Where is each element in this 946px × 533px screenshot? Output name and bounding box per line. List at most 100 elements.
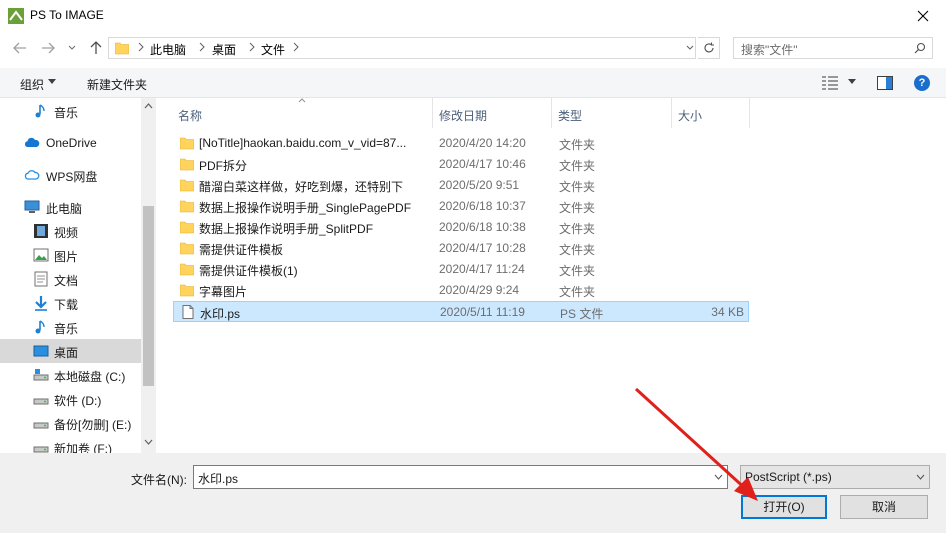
nav-item-music-top[interactable]: 音乐 xyxy=(0,99,141,123)
table-row[interactable]: 数据上报操作说明手册_SinglePagePDF 2020/6/18 10:37… xyxy=(173,196,749,217)
nav-item-this-pc[interactable]: 此电脑 xyxy=(0,195,141,219)
column-label: 修改日期 xyxy=(439,109,488,123)
chevron-down-icon[interactable] xyxy=(144,439,153,445)
nav-item-label: 下载 xyxy=(54,298,79,312)
nav-item-onedrive[interactable]: OneDrive xyxy=(0,131,141,155)
file-type: 文件夹 xyxy=(559,243,596,257)
breadcrumb-files[interactable]: 文件 xyxy=(261,41,285,58)
file-date: 2020/5/11 11:19 xyxy=(440,305,525,319)
up-button[interactable] xyxy=(88,40,104,56)
nav-item-desktop[interactable]: 桌面 xyxy=(0,339,141,363)
nav-item-label: 图片 xyxy=(54,250,79,264)
arrow-right-icon xyxy=(42,42,55,54)
close-button[interactable] xyxy=(900,0,946,32)
table-row[interactable]: 数据上报操作说明手册_SplitPDF 2020/6/18 10:38 文件夹 xyxy=(173,217,749,238)
open-button[interactable]: 打开(O) xyxy=(741,495,827,519)
address-history-dropdown[interactable] xyxy=(682,37,698,59)
file-type: 文件夹 xyxy=(559,222,596,236)
nav-item-label: 新加卷 (F:) xyxy=(54,442,112,453)
nav-item-drive-c[interactable]: 本地磁盘 (C:) xyxy=(0,363,141,387)
column-label: 名称 xyxy=(178,109,203,123)
file-date: 2020/6/18 10:38 xyxy=(439,220,526,234)
table-row[interactable]: 醋溜白菜这样做，好吃到爆，还特别下 2020/5/20 9:51 文件夹 xyxy=(173,175,749,196)
folder-icon xyxy=(115,42,129,55)
search-input[interactable]: 搜索"文件" xyxy=(741,41,798,58)
drive-icon xyxy=(33,398,49,405)
arrow-left-icon xyxy=(13,42,26,54)
cancel-button[interactable]: 取消 xyxy=(840,495,928,519)
help-button[interactable]: ? xyxy=(914,75,930,91)
new-folder-button[interactable]: 新建文件夹 xyxy=(87,76,147,93)
cloud-icon xyxy=(24,137,40,147)
chevron-up-icon[interactable] xyxy=(144,103,153,109)
nav-item-drive-e[interactable]: 备份[勿删] (E:) xyxy=(0,411,141,435)
table-row[interactable]: 字幕图片 2020/4/29 9:24 文件夹 xyxy=(173,280,749,301)
table-row[interactable]: 需提供证件模板 2020/4/17 10:28 文件夹 xyxy=(173,238,749,259)
column-label: 类型 xyxy=(558,109,583,123)
desktop-icon xyxy=(33,345,49,357)
nav-item-label: 本地磁盘 (C:) xyxy=(54,370,126,384)
computer-icon xyxy=(24,200,40,213)
chevron-right-icon xyxy=(199,42,205,52)
nav-item-downloads[interactable]: 下载 xyxy=(0,291,141,315)
breadcrumb-desktop[interactable]: 桌面 xyxy=(212,41,236,58)
nav-item-drive-d[interactable]: 软件 (D:) xyxy=(0,387,141,411)
column-header-type[interactable]: 类型 xyxy=(552,98,672,128)
navigation-scrollbar[interactable] xyxy=(141,98,156,453)
refresh-button[interactable] xyxy=(698,37,720,59)
filetype-select[interactable]: PostScript (*.ps) xyxy=(740,465,930,489)
question-mark-icon: ? xyxy=(918,77,926,89)
view-options-icon[interactable] xyxy=(822,76,838,90)
navigation-pane: 音乐 OneDrive WPS网盘 此电脑 视频 图片 文档 下载 音乐 桌面 … xyxy=(0,98,156,453)
folder-icon xyxy=(180,242,194,255)
table-row[interactable]: [NoTitle]haokan.baidu.com_v_vid=87... 20… xyxy=(173,133,749,154)
table-row-selected[interactable]: 水印.ps 2020/5/11 11:19 PS 文件 34 KB xyxy=(173,301,749,322)
filename-input[interactable]: 水印.ps xyxy=(193,465,728,489)
caret-down-icon[interactable] xyxy=(848,79,856,84)
drive-icon xyxy=(33,369,49,381)
folder-icon xyxy=(180,200,194,213)
cloud-outline-icon xyxy=(24,170,40,180)
document-icon xyxy=(34,271,48,287)
file-date: 2020/6/18 10:37 xyxy=(439,199,526,213)
music-note-icon xyxy=(35,320,45,334)
organize-button[interactable]: 组织 xyxy=(20,76,44,93)
nav-item-label: 音乐 xyxy=(54,106,79,120)
nav-item-videos[interactable]: 视频 xyxy=(0,219,141,243)
download-icon xyxy=(35,296,47,311)
nav-item-documents[interactable]: 文档 xyxy=(0,267,141,291)
file-date: 2020/4/17 11:24 xyxy=(439,262,525,276)
chevron-right-icon xyxy=(293,42,299,52)
column-header-date[interactable]: 修改日期 xyxy=(433,98,552,128)
scrollbar-thumb[interactable] xyxy=(143,206,154,386)
file-size: 34 KB xyxy=(711,305,744,319)
nav-item-music[interactable]: 音乐 xyxy=(0,315,141,339)
forward-button[interactable] xyxy=(40,40,56,56)
back-button[interactable] xyxy=(12,40,28,56)
file-name: 数据上报操作说明手册_SinglePagePDF xyxy=(199,201,412,215)
search-box[interactable]: 搜索"文件" xyxy=(733,37,933,59)
folder-icon xyxy=(180,263,194,276)
column-header-size[interactable]: 大小 xyxy=(672,98,750,128)
nav-item-label: 备份[勿删] (E:) xyxy=(54,418,132,432)
recent-locations-button[interactable] xyxy=(64,40,80,56)
chevron-down-icon[interactable] xyxy=(714,474,723,480)
file-date: 2020/5/20 9:51 xyxy=(439,178,520,192)
breadcrumb-this-pc[interactable]: 此电脑 xyxy=(150,41,186,58)
column-header-name[interactable]: 名称 xyxy=(160,98,433,128)
chevron-down-icon xyxy=(68,45,76,50)
nav-item-pictures[interactable]: 图片 xyxy=(0,243,141,267)
caret-down-icon xyxy=(48,79,56,84)
filename-value: 水印.ps xyxy=(198,472,239,486)
file-list: 名称 修改日期 类型 大小 [NoTitle]haokan.baidu.com_… xyxy=(160,98,946,453)
nav-item-wps-drive[interactable]: WPS网盘 xyxy=(0,163,141,187)
preview-pane-icon[interactable] xyxy=(877,76,893,90)
address-bar[interactable]: 此电脑 桌面 文件 xyxy=(108,37,696,59)
table-row[interactable]: PDF拆分 2020/4/17 10:46 文件夹 xyxy=(173,154,749,175)
table-row[interactable]: 需提供证件模板(1) 2020/4/17 11:24 文件夹 xyxy=(173,259,749,280)
arrow-up-icon xyxy=(90,41,102,54)
nav-item-drive-f[interactable]: 新加卷 (F:) xyxy=(0,435,141,453)
nav-item-label: 此电脑 xyxy=(46,202,83,216)
command-bar: 组织 新建文件夹 ? xyxy=(0,68,946,98)
file-name: 数据上报操作说明手册_SplitPDF xyxy=(199,222,374,236)
